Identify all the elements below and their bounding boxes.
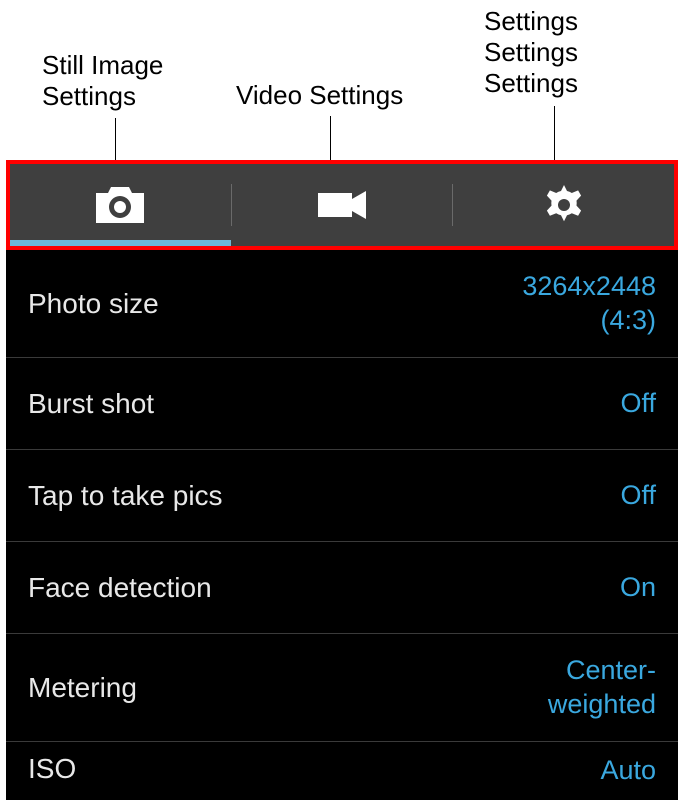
setting-label: Photo size bbox=[28, 288, 159, 320]
setting-value: Auto bbox=[600, 742, 656, 788]
annotation-video: Video Settings bbox=[236, 80, 403, 111]
camera-icon bbox=[92, 183, 148, 227]
setting-label: Burst shot bbox=[28, 388, 154, 420]
settings-tab-bar bbox=[6, 160, 678, 250]
setting-label: ISO bbox=[28, 753, 76, 785]
setting-value: Center- weighted bbox=[548, 654, 656, 722]
tab-still-image-settings[interactable] bbox=[10, 164, 231, 246]
setting-value: 3264x2448 (4:3) bbox=[522, 270, 656, 338]
setting-metering[interactable]: Metering Center- weighted bbox=[6, 634, 678, 742]
camera-settings-screen: Photo size 3264x2448 (4:3) Burst shot Of… bbox=[6, 160, 678, 800]
setting-photo-size[interactable]: Photo size 3264x2448 (4:3) bbox=[6, 250, 678, 358]
active-tab-underline bbox=[10, 240, 231, 246]
setting-face-detection[interactable]: Face detection On bbox=[6, 542, 678, 634]
setting-tap-to-take-pics[interactable]: Tap to take pics Off bbox=[6, 450, 678, 542]
annotation-settings: Settings Settings Settings bbox=[484, 6, 578, 100]
tab-general-settings[interactable] bbox=[453, 164, 674, 246]
setting-label: Metering bbox=[28, 672, 137, 704]
annotation-still-image: Still Image Settings bbox=[42, 50, 163, 112]
annotation-line bbox=[115, 118, 116, 160]
gear-icon bbox=[542, 183, 586, 227]
setting-value: Off bbox=[620, 479, 656, 513]
annotation-line bbox=[330, 116, 331, 160]
setting-value: On bbox=[620, 571, 656, 605]
annotation-overlay: Still Image Settings Video Settings Sett… bbox=[0, 0, 686, 160]
tab-video-settings[interactable] bbox=[232, 164, 453, 246]
setting-value: Off bbox=[620, 387, 656, 421]
settings-list: Photo size 3264x2448 (4:3) Burst shot Of… bbox=[6, 250, 678, 796]
video-icon bbox=[314, 187, 370, 223]
setting-label: Tap to take pics bbox=[28, 480, 223, 512]
setting-iso[interactable]: ISO Auto bbox=[6, 742, 678, 796]
annotation-line bbox=[554, 106, 555, 160]
setting-burst-shot[interactable]: Burst shot Off bbox=[6, 358, 678, 450]
setting-label: Face detection bbox=[28, 572, 212, 604]
